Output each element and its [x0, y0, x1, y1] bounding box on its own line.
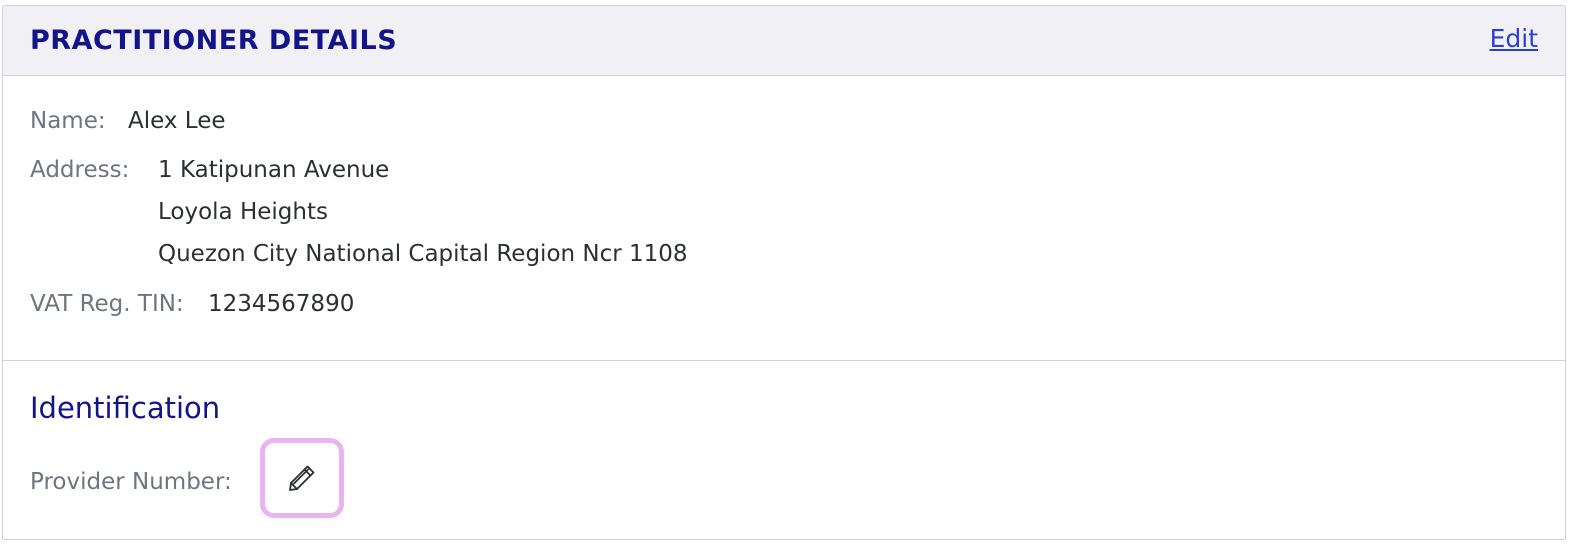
vat-label: VAT Reg. TIN:: [30, 291, 184, 317]
card-header: PRACTITIONER DETAILS Edit: [3, 6, 1565, 76]
section-divider: [3, 360, 1565, 361]
pencil-icon: [289, 465, 315, 491]
name-value: Alex Lee: [128, 108, 226, 134]
address-line-2: Loyola Heights: [158, 199, 328, 225]
address-label: Address:: [30, 157, 130, 183]
card-title: PRACTITIONER DETAILS: [30, 25, 398, 56]
practitioner-details-card: PRACTITIONER DETAILS Edit Name: Alex Lee…: [2, 5, 1566, 540]
name-label: Name:: [30, 108, 106, 134]
provider-number-label: Provider Number:: [30, 469, 232, 495]
address-line-3: Quezon City National Capital Region Ncr …: [158, 241, 688, 267]
vat-value: 1234567890: [208, 291, 355, 317]
edit-link[interactable]: Edit: [1490, 24, 1538, 53]
provider-number-edit-button[interactable]: [260, 438, 344, 518]
identification-title: Identification: [30, 391, 221, 425]
address-line-1: 1 Katipunan Avenue: [158, 157, 390, 183]
